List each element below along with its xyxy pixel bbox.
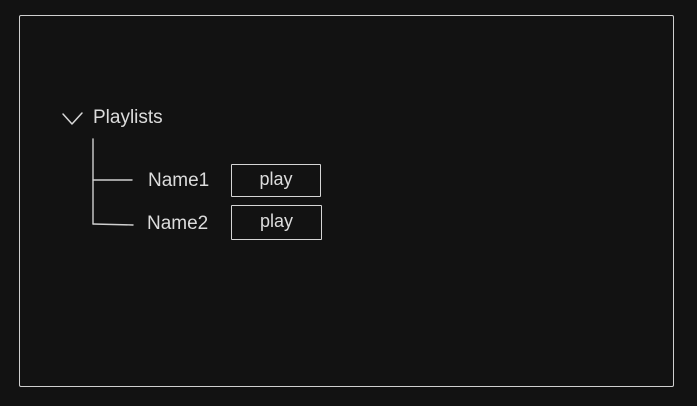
play-button[interactable]: play [231, 205, 322, 240]
play-button[interactable]: play [231, 164, 321, 197]
playlists-title: Playlists [93, 107, 163, 128]
playlist-name: Name2 [147, 213, 209, 234]
playlists-tree-toggle[interactable]: Playlists [60, 104, 163, 132]
chevron-down-icon [60, 106, 84, 130]
canvas-frame [19, 15, 674, 387]
playlist-name: Name1 [148, 170, 210, 191]
